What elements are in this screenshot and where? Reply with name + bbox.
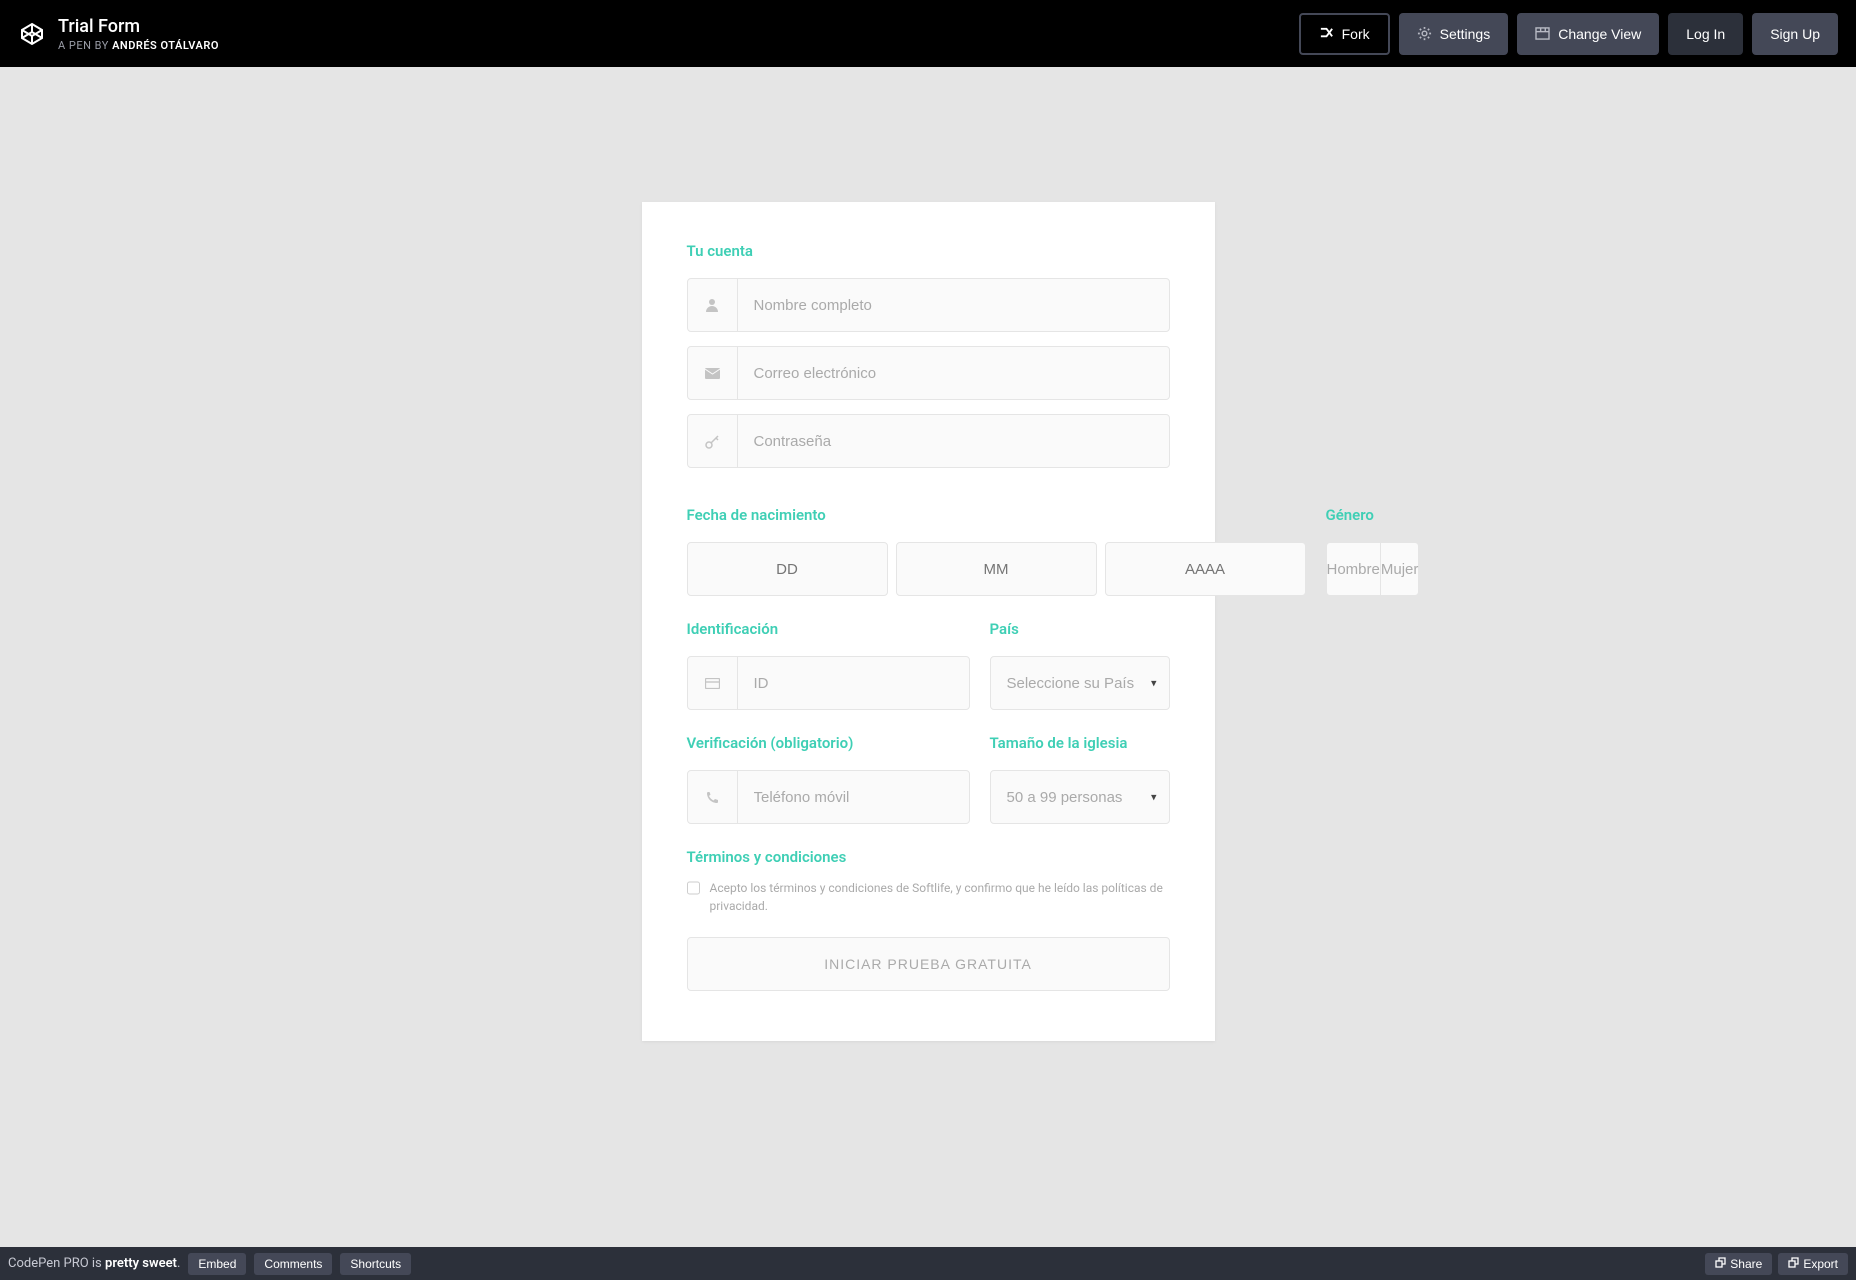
id-input[interactable] <box>738 657 969 709</box>
dob-day-input[interactable] <box>687 542 888 596</box>
dob-label: Fecha de nacimiento <box>687 506 1306 524</box>
dob-inputs <box>687 542 1306 596</box>
fork-button[interactable]: Fork <box>1299 13 1390 55</box>
app-footer: CodePen PRO is pretty sweet. Embed Comme… <box>0 1247 1856 1280</box>
terms-label: Términos y condiciones <box>687 848 1170 866</box>
account-label: Tu cuenta <box>687 242 1170 260</box>
phone-group <box>687 770 970 824</box>
terms-text: Acepto los términos y condiciones de Sof… <box>710 879 1170 915</box>
fork-icon <box>1319 26 1334 41</box>
country-label: País <box>990 620 1170 638</box>
footer-promo[interactable]: CodePen PRO is pretty sweet. <box>8 1256 180 1271</box>
card-icon <box>688 657 738 709</box>
verification-label: Verificación (obligatorio) <box>687 734 970 752</box>
footer-right: Share Export <box>1705 1253 1848 1275</box>
size-select-wrap[interactable]: 50 a 99 personas ▾ <box>990 770 1170 824</box>
footer-left: CodePen PRO is pretty sweet. Embed Comme… <box>8 1253 411 1275</box>
id-label: Identificación <box>687 620 970 638</box>
email-group <box>687 346 1170 400</box>
header-left: Trial Form A PEN BY Andrés Otálvaro <box>18 16 219 52</box>
pen-title: Trial Form <box>58 16 219 37</box>
signup-button[interactable]: Sign Up <box>1752 13 1838 55</box>
pen-byline: A PEN BY Andrés Otálvaro <box>58 39 219 52</box>
password-group <box>687 414 1170 468</box>
embed-button[interactable]: Embed <box>188 1253 246 1275</box>
terms-row: Acepto los términos y condiciones de Sof… <box>687 879 1170 915</box>
password-input[interactable] <box>738 415 1169 467</box>
export-button[interactable]: Export <box>1778 1253 1848 1275</box>
user-icon <box>688 279 738 331</box>
shortcuts-button[interactable]: Shortcuts <box>340 1253 411 1275</box>
phone-icon <box>688 771 738 823</box>
gear-icon <box>1417 26 1432 41</box>
title-block: Trial Form A PEN BY Andrés Otálvaro <box>58 16 219 52</box>
size-select[interactable]: 50 a 99 personas <box>991 771 1169 823</box>
login-button[interactable]: Log In <box>1668 13 1743 55</box>
id-group <box>687 656 970 710</box>
export-icon <box>1788 1257 1799 1268</box>
gender-female-button[interactable]: Mujer <box>1380 542 1420 596</box>
pen-author[interactable]: Andrés Otálvaro <box>112 39 219 52</box>
form-card: Tu cuenta Fecha de nacimiento <box>642 202 1215 1041</box>
header-right: Fork Settings Change View Log In Sign Up <box>1299 13 1838 55</box>
preview-canvas: Tu cuenta Fecha de nacimiento <box>0 67 1856 1247</box>
key-icon <box>688 415 738 467</box>
email-input[interactable] <box>738 347 1169 399</box>
dob-year-input[interactable] <box>1105 542 1306 596</box>
codepen-logo-icon[interactable] <box>18 20 46 48</box>
share-icon <box>1715 1257 1726 1268</box>
gender-group: Hombre Mujer <box>1326 542 1420 596</box>
country-select[interactable]: Seleccione su País <box>991 657 1169 709</box>
gender-label: Género <box>1326 506 1420 524</box>
comments-button[interactable]: Comments <box>254 1253 332 1275</box>
change-view-button[interactable]: Change View <box>1517 13 1659 55</box>
size-label: Tamaño de la iglesia <box>990 734 1170 752</box>
gender-male-button[interactable]: Hombre <box>1326 542 1380 596</box>
country-select-wrap[interactable]: Seleccione su País ▾ <box>990 656 1170 710</box>
settings-button[interactable]: Settings <box>1399 13 1509 55</box>
layout-icon <box>1535 26 1550 41</box>
terms-checkbox[interactable] <box>687 881 700 895</box>
name-group <box>687 278 1170 332</box>
dob-month-input[interactable] <box>896 542 1097 596</box>
email-icon <box>688 347 738 399</box>
name-input[interactable] <box>738 279 1169 331</box>
share-button[interactable]: Share <box>1705 1253 1772 1275</box>
phone-input[interactable] <box>738 771 969 823</box>
app-header: Trial Form A PEN BY Andrés Otálvaro Fork… <box>0 0 1856 67</box>
submit-button[interactable]: INICIAR PRUEBA GRATUITA <box>687 937 1170 991</box>
